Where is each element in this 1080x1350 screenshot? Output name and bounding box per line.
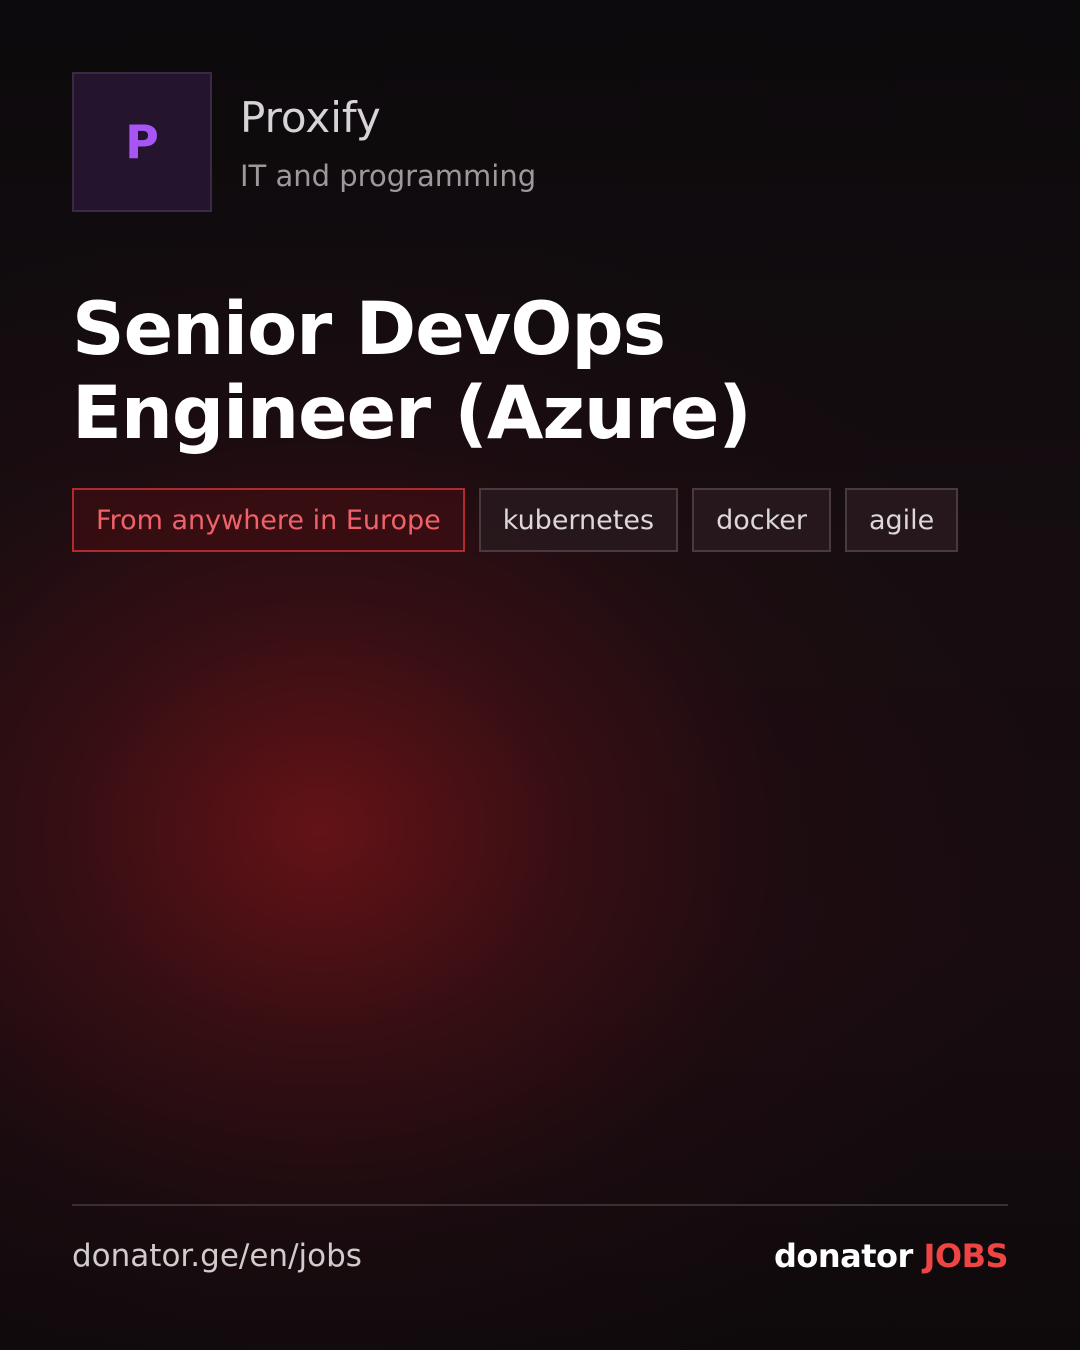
brand-logo: donator JOBS [773,1236,1009,1276]
company-logo-letter: P [125,115,159,169]
skill-tag-kubernetes: kubernetes [478,488,679,552]
company-name: Proxify [240,93,381,142]
footer-url-link[interactable]: donator.ge/en/jobs [72,1236,362,1276]
location-tag: From anywhere in Europe [72,488,465,552]
tag-list: From anywhere in Europe kubernetes docke… [72,488,959,552]
brand-jobs-label: JOBS [923,1237,1008,1275]
footer-divider [72,1204,1008,1206]
brand-name: donator [773,1237,913,1275]
skill-tag-agile: agile [844,488,959,552]
company-category: IT and programming [240,159,537,193]
skill-tag-docker: docker [692,488,831,552]
job-title: Senior DevOps Engineer (Azure) [72,287,752,456]
company-logo: P [72,72,212,212]
